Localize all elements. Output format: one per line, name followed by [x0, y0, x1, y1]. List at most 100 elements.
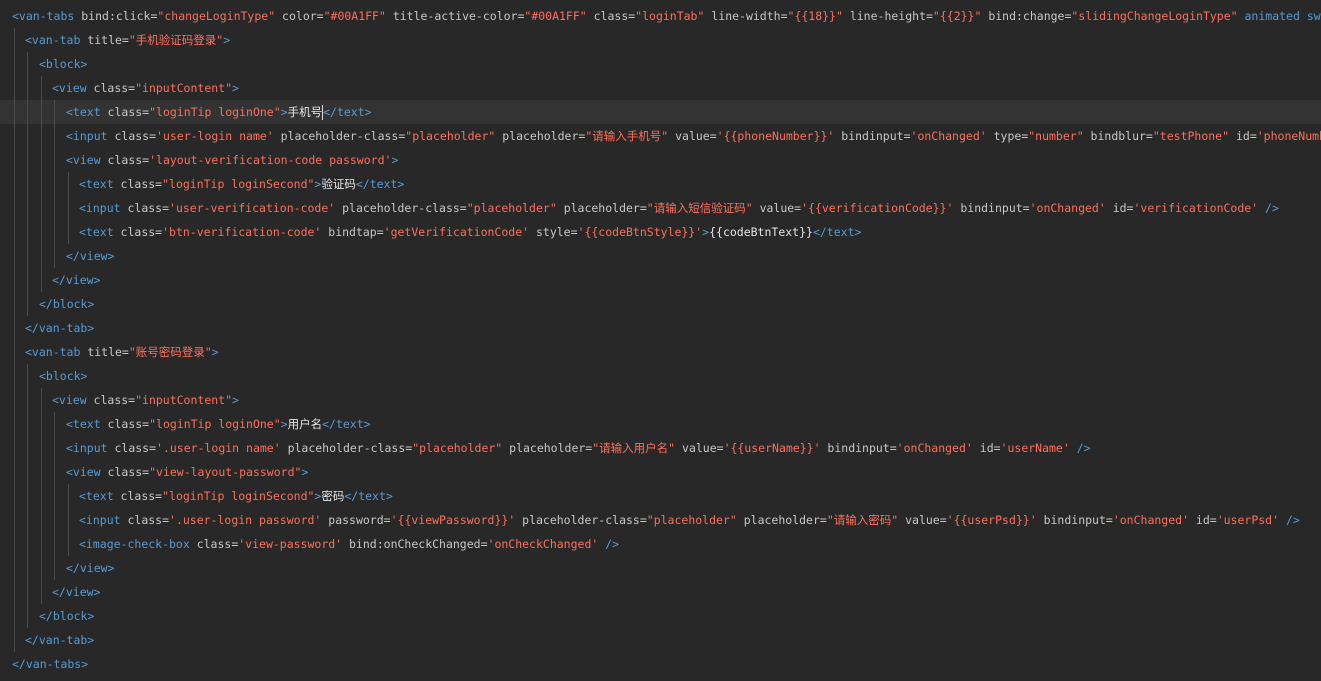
code-line[interactable]: <text class='btn-verification-code' bind… — [0, 220, 1321, 244]
code-token: bindinput= — [820, 441, 897, 455]
code-line-content: <view class="view-layout-password"> — [66, 460, 308, 484]
code-token: <block> — [39, 369, 88, 383]
code-token: "手机验证码登录" — [128, 33, 224, 47]
code-token: 'onCheckChanged' — [487, 537, 599, 551]
code-line[interactable]: <block> — [0, 364, 1321, 388]
code-token: "{{18}}" — [787, 9, 843, 23]
code-line[interactable]: <text class="loginTip loginOne">用户名</tex… — [0, 412, 1321, 436]
code-token: password= — [321, 513, 391, 527]
code-line[interactable]: <van-tabs bind:click="changeLoginType" c… — [0, 4, 1321, 28]
indent-guide — [68, 508, 69, 532]
code-token: <van-tab — [25, 345, 88, 359]
code-token: "请输入密码" — [826, 513, 899, 527]
code-token: "placeholder" — [412, 441, 503, 455]
code-line[interactable]: </view> — [0, 580, 1321, 604]
indent-guide — [54, 100, 55, 124]
indent-guide — [14, 412, 15, 436]
code-line[interactable]: </block> — [0, 292, 1321, 316]
code-token: placeholder= — [495, 129, 586, 143]
indent-guide — [41, 412, 42, 436]
code-line[interactable]: </van-tabs> — [0, 652, 1321, 676]
indent-guide — [14, 364, 15, 388]
code-token: class= — [107, 417, 150, 431]
code-token: </block> — [39, 297, 95, 311]
code-line-content: <text class='btn-verification-code' bind… — [79, 220, 861, 244]
code-line[interactable]: <image-check-box class='view-password' b… — [0, 532, 1321, 556]
code-line[interactable]: <view class="inputContent"> — [0, 388, 1321, 412]
indent-guide — [54, 556, 55, 580]
code-line[interactable]: <text class="loginTip loginSecond">验证码</… — [0, 172, 1321, 196]
code-token: class= — [127, 201, 170, 215]
code-token: bind:change= — [981, 9, 1072, 23]
code-token: class= — [93, 393, 136, 407]
code-token: <view — [52, 393, 94, 407]
indent-guide — [27, 124, 28, 148]
code-token: <input — [79, 513, 128, 527]
code-token: <view — [66, 153, 108, 167]
code-line[interactable]: </view> — [0, 244, 1321, 268]
code-token: {{codeBtnText}} — [709, 225, 813, 239]
indent-guide — [27, 148, 28, 172]
code-line[interactable]: <input class='user-login name' placehold… — [0, 124, 1321, 148]
code-token: class= — [114, 129, 157, 143]
code-line[interactable]: <input class='user-verification-code' pl… — [0, 196, 1321, 220]
code-line-content: <block> — [39, 364, 87, 388]
indent-guide — [14, 556, 15, 580]
code-line[interactable]: <van-tab title="手机验证码登录"> — [0, 28, 1321, 52]
code-line[interactable]: <view class="inputContent"> — [0, 76, 1321, 100]
code-token: 'onChanged' — [896, 441, 973, 455]
code-token: 'verificationCode' — [1133, 201, 1259, 215]
indent-guide — [27, 220, 28, 244]
code-line[interactable]: </view> — [0, 556, 1321, 580]
code-token: <input — [66, 129, 115, 143]
code-line[interactable]: </van-tab> — [0, 628, 1321, 652]
code-token: '{{phoneNumber}}' — [716, 129, 835, 143]
code-token: value= — [668, 129, 717, 143]
code-token: class= — [196, 537, 239, 551]
code-line[interactable]: </van-tab> — [0, 316, 1321, 340]
code-token: '{{userName}}' — [723, 441, 821, 455]
code-token: > — [280, 105, 288, 119]
code-editor[interactable]: <van-tabs bind:click="changeLoginType" c… — [0, 0, 1321, 681]
code-line[interactable]: <text class="loginTip loginOne">手机号</tex… — [0, 100, 1321, 124]
code-token: class= — [120, 177, 163, 191]
code-line-content: <van-tabs bind:click="changeLoginType" c… — [12, 4, 1321, 28]
code-token: bind:click= — [81, 9, 158, 23]
indent-guide — [27, 268, 28, 292]
code-token: "placeholder" — [405, 129, 496, 143]
indent-guide — [27, 196, 28, 220]
code-token: "inputContent" — [135, 393, 233, 407]
code-line[interactable]: <block> — [0, 52, 1321, 76]
code-token: placeholder-class= — [335, 201, 467, 215]
indent-guide — [27, 532, 28, 556]
code-line-content: </view> — [52, 268, 100, 292]
code-token: "#00A1FF" — [323, 9, 386, 23]
indent-guide — [41, 580, 42, 604]
code-line[interactable]: <van-tab title="账号密码登录"> — [0, 340, 1321, 364]
indent-guide — [54, 412, 55, 436]
indent-guide — [54, 196, 55, 220]
code-line[interactable]: </block> — [0, 604, 1321, 628]
code-line[interactable]: <input class='.user-login name' placehol… — [0, 436, 1321, 460]
code-token: </text> — [323, 105, 372, 119]
code-token: </view> — [66, 561, 115, 575]
code-token: 手机号 — [287, 105, 323, 119]
code-line[interactable]: <text class="loginTip loginSecond">密码</t… — [0, 484, 1321, 508]
indent-guide — [41, 556, 42, 580]
code-token: 'view-password' — [238, 537, 343, 551]
code-token: > — [280, 417, 288, 431]
code-token: placeholder-class= — [515, 513, 647, 527]
code-line-content: <block> — [39, 52, 87, 76]
indent-guide — [27, 364, 28, 388]
indent-guide — [14, 52, 15, 76]
code-token: "{{2}}" — [932, 9, 982, 23]
code-line[interactable]: <view class="view-layout-password"> — [0, 460, 1321, 484]
code-line-content: </van-tab> — [25, 316, 94, 340]
code-line[interactable]: </view> — [0, 268, 1321, 292]
code-line[interactable]: <input class='.user-login password' pass… — [0, 508, 1321, 532]
indent-guide — [41, 532, 42, 556]
indent-guide — [41, 388, 42, 412]
code-token: 'getVerificationCode' — [383, 225, 530, 239]
code-token: class= — [114, 441, 157, 455]
code-line[interactable]: <view class='layout-verification-code pa… — [0, 148, 1321, 172]
